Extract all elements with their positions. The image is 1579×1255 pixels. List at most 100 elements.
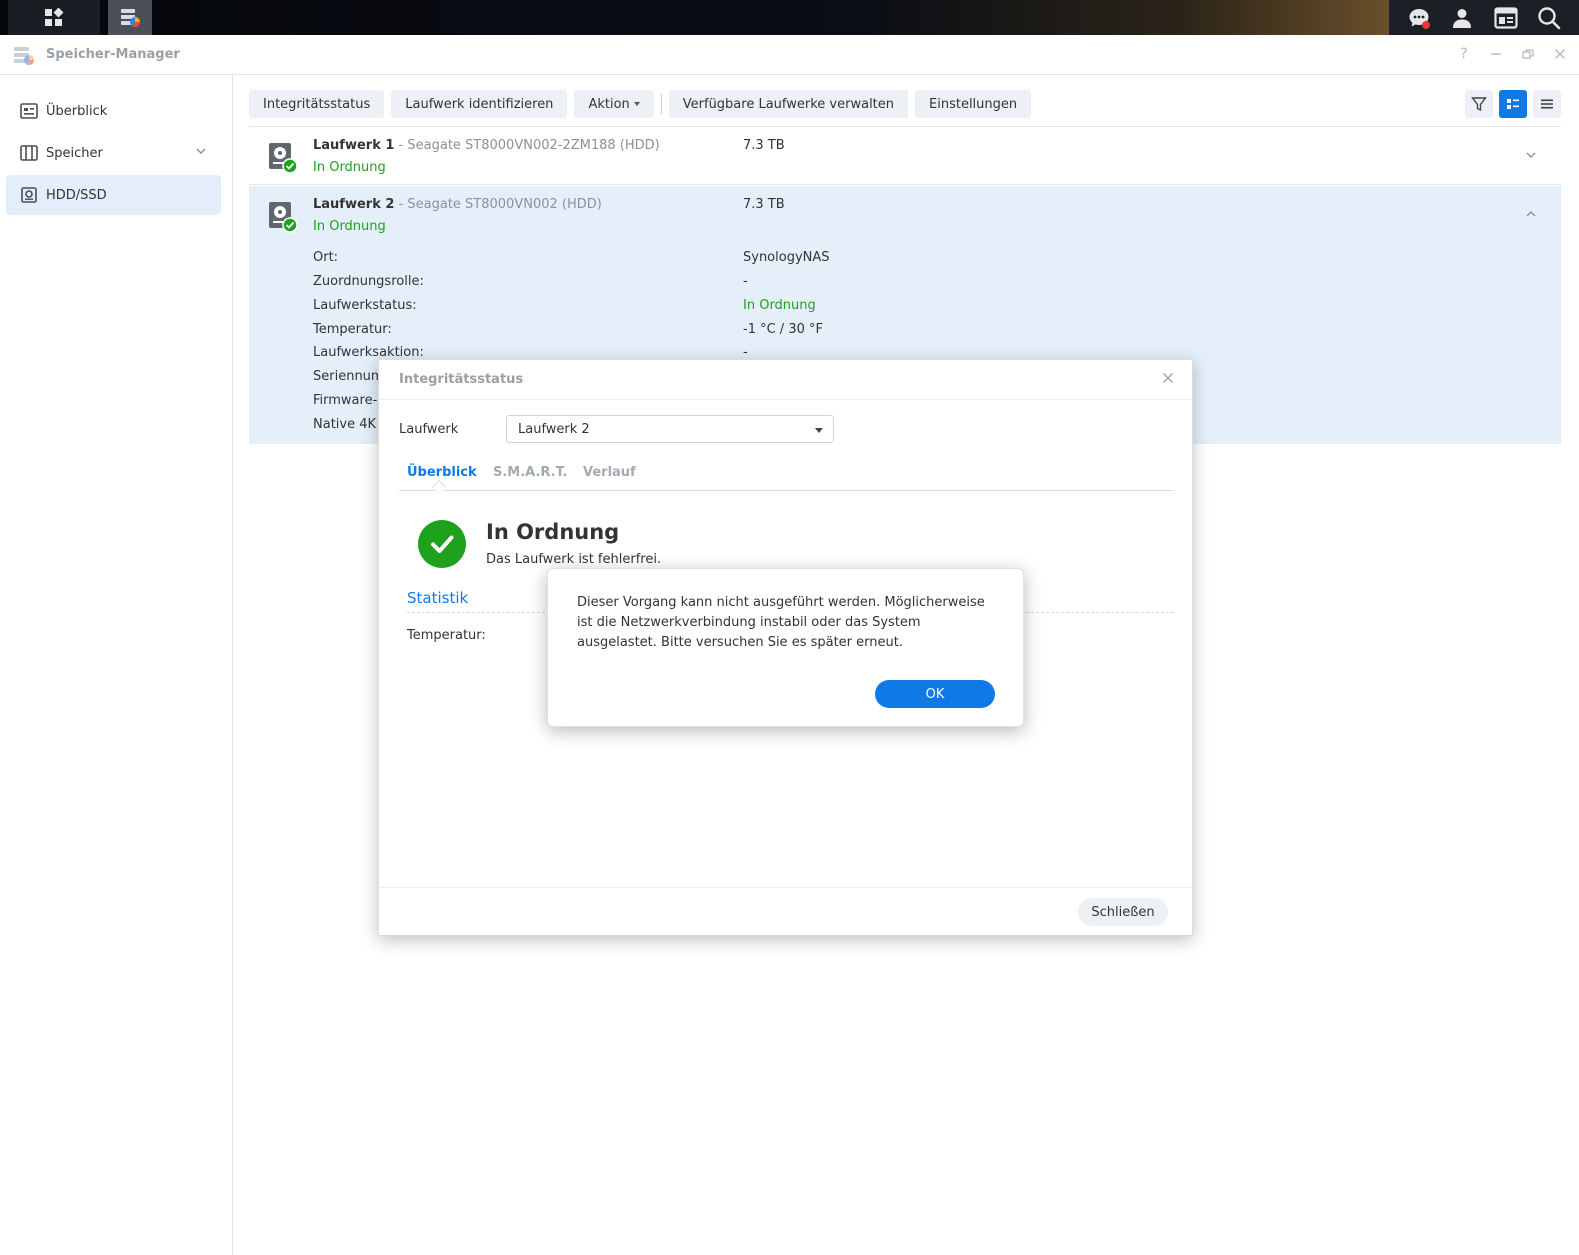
dialog-divider bbox=[379, 399, 1192, 400]
status-ok-badge bbox=[418, 520, 466, 568]
check-icon bbox=[431, 535, 454, 553]
restore-icon bbox=[1522, 49, 1534, 59]
search-button[interactable] bbox=[1536, 5, 1562, 31]
drive-row[interactable]: Laufwerk 1 - Seagate ST8000VN002-2ZM188 … bbox=[249, 127, 1561, 185]
drive-name: Laufwerk 2 bbox=[313, 197, 395, 212]
detail-value: - bbox=[743, 345, 748, 360]
drive-select[interactable]: Laufwerk 2 bbox=[506, 415, 834, 443]
detail-label: Laufwerkstatus: bbox=[313, 298, 417, 313]
filter-button[interactable] bbox=[1465, 90, 1493, 118]
chevron-down-icon[interactable] bbox=[1525, 149, 1537, 161]
drive-model: Seagate ST8000VN002-2ZM188 (HDD) bbox=[407, 138, 660, 153]
list-detail-icon bbox=[1507, 99, 1519, 109]
window-titlebar: Speicher-Manager ? bbox=[0, 35, 1579, 75]
detail-label: Ort: bbox=[313, 250, 339, 265]
hdd-icon bbox=[20, 186, 38, 204]
caret-down-icon bbox=[815, 428, 823, 433]
chevron-up-icon[interactable] bbox=[1525, 208, 1537, 220]
detail-label: Seriennum bbox=[313, 369, 384, 384]
notification-button[interactable] bbox=[1406, 5, 1432, 31]
detail-label: Firmware- bbox=[313, 393, 378, 408]
tab-pointer bbox=[431, 479, 447, 495]
detail-label: Temperatur: bbox=[313, 322, 392, 337]
settings-button[interactable]: Einstellungen bbox=[915, 90, 1032, 118]
close-window-button[interactable] bbox=[1551, 45, 1569, 63]
action-menu-button[interactable]: Aktion bbox=[574, 90, 654, 118]
grid-icon bbox=[45, 7, 64, 26]
detail-view-button[interactable] bbox=[1499, 90, 1527, 118]
detail-value: - bbox=[743, 274, 748, 289]
taskbar-left bbox=[8, 0, 160, 35]
drive-name: Laufwerk 1 bbox=[313, 138, 395, 153]
hdd-ok-icon bbox=[269, 202, 297, 233]
detail-label: Zuordnungsrolle: bbox=[313, 274, 424, 289]
minimize-button[interactable] bbox=[1487, 45, 1505, 63]
drive-size: 7.3 TB bbox=[743, 197, 785, 212]
tab-overview[interactable]: Überblick bbox=[407, 465, 477, 480]
window-controls: ? bbox=[1455, 45, 1569, 63]
user-icon bbox=[1453, 8, 1472, 28]
help-icon: ? bbox=[1460, 46, 1468, 62]
hdd-ok-icon bbox=[269, 143, 297, 174]
drive-separator: - bbox=[394, 138, 408, 153]
status-title: In Ordnung bbox=[486, 520, 620, 544]
detail-value: SynologyNAS bbox=[743, 250, 830, 265]
storage-manager-logo-icon bbox=[14, 47, 34, 65]
search-icon bbox=[1538, 6, 1561, 29]
close-icon bbox=[1555, 49, 1565, 59]
dialog-footer-divider bbox=[379, 887, 1192, 888]
detail-label: Laufwerksaktion: bbox=[313, 345, 424, 360]
alert-ok-button[interactable]: OK bbox=[875, 680, 995, 708]
filter-icon bbox=[1471, 97, 1487, 112]
taskbar-right bbox=[1389, 0, 1579, 35]
widgets-icon bbox=[1494, 6, 1518, 29]
sidebar-item-overview[interactable]: Überblick bbox=[6, 91, 221, 131]
toolbar-separator bbox=[660, 94, 662, 114]
chevron-down-icon[interactable] bbox=[195, 145, 207, 157]
close-dialog-button[interactable]: Schließen bbox=[1078, 898, 1168, 926]
tab-smart[interactable]: S.M.A.R.T. bbox=[493, 465, 567, 480]
caret-down-icon bbox=[633, 102, 640, 106]
temperature-label: Temperatur: bbox=[407, 628, 486, 643]
widgets-button[interactable] bbox=[1493, 5, 1519, 31]
sidebar-item-storage[interactable]: Speicher bbox=[6, 133, 221, 173]
help-button[interactable]: ? bbox=[1455, 45, 1473, 63]
sidebar-item-label: HDD/SSD bbox=[46, 187, 107, 203]
minimize-icon bbox=[1491, 53, 1501, 55]
sidebar: Überblick Speicher HDD/SSD bbox=[0, 75, 233, 1255]
drive-select-label: Laufwerk bbox=[399, 422, 459, 437]
drive-status: In Ordnung bbox=[313, 160, 386, 175]
sidebar-item-hdd-ssd[interactable]: HDD/SSD bbox=[6, 175, 221, 215]
tab-history[interactable]: Verlauf bbox=[583, 465, 636, 480]
drive-status: In Ordnung bbox=[313, 219, 386, 234]
health-status-button[interactable]: Integritätsstatus bbox=[249, 90, 385, 118]
close-icon[interactable] bbox=[1162, 372, 1174, 384]
taskbar-storage-manager-button[interactable] bbox=[108, 0, 152, 35]
window-title: Speicher-Manager bbox=[46, 47, 180, 62]
list-icon bbox=[1541, 99, 1553, 109]
drive-size: 7.3 TB bbox=[743, 138, 785, 153]
status-subtitle: Das Laufwerk ist fehlerfrei. bbox=[486, 552, 662, 567]
main-menu-button[interactable] bbox=[8, 0, 100, 35]
detail-value: -1 °C / 30 °F bbox=[743, 322, 823, 337]
action-menu-label: Aktion bbox=[588, 96, 630, 112]
overview-icon bbox=[20, 102, 38, 120]
view-buttons bbox=[1465, 90, 1561, 118]
detail-label: Native 4K bbox=[313, 417, 377, 432]
drive-name-line: Laufwerk 2 - Seagate ST8000VN002 (HDD) bbox=[313, 197, 602, 212]
drive-select-value: Laufwerk 2 bbox=[518, 421, 590, 437]
storage-manager-icon bbox=[121, 8, 140, 27]
drive-name-line: Laufwerk 1 - Seagate ST8000VN002-2ZM188 … bbox=[313, 138, 660, 153]
error-alert: Dieser Vorgang kann nicht ausgeführt wer… bbox=[547, 568, 1024, 727]
detail-value: In Ordnung bbox=[743, 298, 816, 313]
statistics-heading: Statistik bbox=[407, 589, 469, 607]
list-view-button[interactable] bbox=[1533, 90, 1561, 118]
storage-icon bbox=[20, 144, 38, 162]
sidebar-item-label: Speicher bbox=[46, 145, 103, 161]
drive-model: Seagate ST8000VN002 (HDD) bbox=[407, 197, 602, 212]
restore-button[interactable] bbox=[1519, 45, 1537, 63]
toolbar: Integritätsstatus Laufwerk identifiziere… bbox=[249, 90, 1038, 118]
identify-drive-button[interactable]: Laufwerk identifizieren bbox=[391, 90, 568, 118]
user-button[interactable] bbox=[1449, 5, 1475, 31]
manage-drives-button[interactable]: Verfügbare Laufwerke verwalten bbox=[668, 90, 909, 118]
